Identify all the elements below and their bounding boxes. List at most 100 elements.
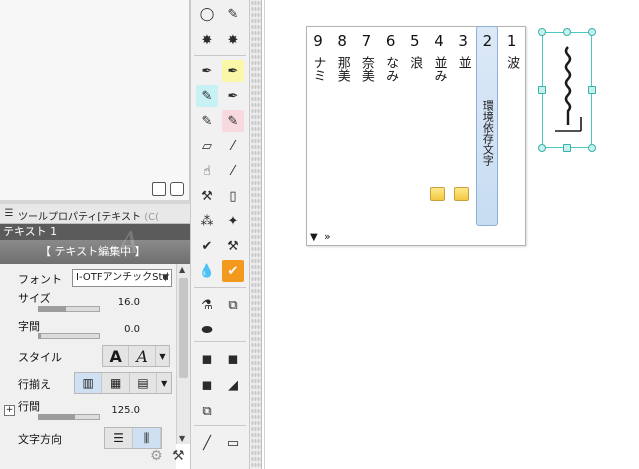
select-pen-icon[interactable]: ✎ — [222, 3, 244, 25]
paint-brush-icon[interactable]: ⁄ — [222, 135, 244, 157]
gradient-fade-icon[interactable]: ◼ — [196, 374, 218, 396]
style-dropdown-icon[interactable]: ▼ — [156, 346, 169, 366]
soft-eraser-icon[interactable]: ▯ — [222, 185, 244, 207]
pencil-icon[interactable]: ✎ — [196, 85, 218, 107]
lasso-select-icon[interactable]: ◯ — [196, 3, 218, 25]
bold-icon[interactable]: A — [103, 346, 130, 366]
align-center-icon[interactable]: ▦ — [102, 373, 130, 393]
blend-icon[interactable]: ✔ — [196, 235, 218, 257]
style-label: スタイル — [18, 351, 62, 364]
resize-handle[interactable] — [588, 144, 596, 152]
candidate-column[interactable]: 6 なみ — [379, 26, 403, 226]
new-page-icon[interactable] — [152, 182, 166, 196]
candidate-column[interactable]: 1波 — [500, 26, 524, 226]
spacing-value[interactable]: 0.0 — [100, 324, 140, 335]
wrench-icon[interactable]: ⚒ — [172, 448, 185, 464]
resize-handle[interactable] — [563, 28, 571, 36]
smudge-icon[interactable]: ☝ — [196, 160, 218, 182]
eraser-icon[interactable]: ▱ — [196, 135, 218, 157]
property-footer: ⚙ ⚒ — [140, 446, 190, 469]
scroll-thumb[interactable] — [179, 278, 188, 378]
dot-pattern-icon[interactable]: ⁂ — [196, 210, 218, 232]
size-slider[interactable] — [38, 306, 100, 312]
candidate-number: 2 — [482, 32, 493, 50]
candidate-column[interactable]: 5浪 — [403, 26, 427, 226]
contour-fill-icon[interactable]: ⧉ — [196, 400, 218, 422]
expand-plus-icon[interactable]: + — [4, 405, 15, 416]
resize-handle[interactable] — [538, 86, 546, 94]
memo-icon[interactable] — [454, 187, 469, 201]
gradient-square-icon[interactable]: ◼ — [196, 348, 218, 370]
font-select[interactable]: I-OTFアンチックStd B ▼ — [72, 269, 172, 287]
line-spacing-slider[interactable] — [38, 414, 100, 420]
align-dropdown-icon[interactable]: ▼ — [157, 373, 171, 393]
ellipse-fill-icon[interactable]: ⬬ — [196, 319, 218, 341]
candidate-column[interactable]: 7 奈美 — [354, 26, 378, 226]
color-mix-icon[interactable]: ⚒ — [222, 235, 244, 257]
ink-pen-icon[interactable]: ✒ — [222, 85, 244, 107]
spacing-slider[interactable] — [38, 333, 100, 339]
vertical-text-icon[interactable]: ⫼ — [133, 428, 161, 448]
candidate-column[interactable]: 8 那美 — [330, 26, 354, 226]
magic-wand-icon[interactable]: ✸ — [222, 29, 244, 51]
pen-icon[interactable]: ✒ — [196, 60, 218, 82]
fine-pen-icon[interactable]: ✎ — [196, 110, 218, 132]
align-top-icon[interactable]: ▥ — [75, 373, 103, 393]
line-spacing-value[interactable]: 125.0 — [100, 405, 140, 416]
expand-chevrons-icon[interactable]: » — [324, 230, 331, 243]
active-tool-icon[interactable]: ✔ — [222, 260, 244, 282]
rectangle-icon[interactable]: ▭ — [222, 432, 244, 454]
panel-title: ツールプロパティ[テキスト (C( — [18, 212, 159, 223]
resize-handle[interactable] — [563, 144, 571, 152]
align-bottom-icon[interactable]: ▤ — [130, 373, 158, 393]
wavy-text-icon — [555, 46, 582, 132]
gear-icon[interactable]: ⚙ — [150, 448, 163, 464]
menu-dropdown-icon[interactable]: ▼ — [310, 232, 318, 243]
scroll-down-icon[interactable]: ▼ — [179, 434, 185, 443]
resize-handle[interactable] — [538, 144, 546, 152]
align-buttons: ▥ ▦ ▤ ▼ — [74, 372, 172, 394]
gradient-curve-icon[interactable]: ◢ — [222, 374, 244, 396]
paint-bucket-icon[interactable]: ⚗ — [196, 294, 218, 316]
size-value[interactable]: 16.0 — [100, 297, 140, 308]
candidate-text: 並 — [455, 56, 471, 69]
candidate-text: 環境依存文字 — [481, 100, 495, 166]
scroll-up-icon[interactable]: ▲ — [179, 265, 185, 274]
tab-menu-icon[interactable]: ☰ — [2, 207, 16, 221]
memo-icon[interactable] — [430, 187, 445, 201]
resize-handle[interactable] — [538, 28, 546, 36]
candidate-column[interactable]: 9 ナミ — [306, 26, 330, 226]
palette-footer: ▼ » — [306, 228, 346, 246]
line-icon[interactable]: ╱ — [196, 432, 218, 454]
direction-label: 文字方向 — [18, 433, 62, 446]
candidate-number: 6 — [385, 32, 396, 50]
italic-icon[interactable]: A — [129, 346, 156, 366]
candidate-number: 7 — [361, 32, 372, 50]
text-box-frame[interactable] — [542, 32, 592, 148]
auto-select-icon[interactable]: ✸ — [196, 29, 218, 51]
fill-tool-group: ⚗ ⧉ ⬬ — [194, 292, 246, 342]
resize-handle[interactable] — [588, 28, 596, 36]
fill-brush-icon[interactable]: ⚒ — [196, 185, 218, 207]
candidate-number: 9 — [313, 32, 323, 50]
line-spacing-label: 行間 — [18, 400, 40, 413]
property-scrollbar[interactable]: ▲ ▼ — [176, 264, 190, 444]
gradient-square-dark-icon[interactable]: ◼ — [222, 348, 244, 370]
candidate-text: なみ — [383, 56, 399, 82]
sparkle-icon[interactable]: ✦ — [222, 210, 244, 232]
palette-scrollbar[interactable] — [250, 0, 262, 469]
figure-tool-group: ╱ ▭ — [194, 430, 246, 469]
resize-handle[interactable] — [588, 86, 596, 94]
candidate-text: 並み — [431, 56, 447, 82]
marker-icon[interactable]: ✒ — [222, 60, 244, 82]
fill-closed-area-icon[interactable]: ⧉ — [222, 294, 244, 316]
layer-panel — [0, 0, 190, 200]
brush-pen-icon[interactable]: ✎ — [222, 110, 244, 132]
horizontal-text-icon[interactable]: ☰ — [105, 428, 133, 448]
tool-palette: ◯ ✎ ✸ ✸ ✒ ✒ ✎ ✒ ✎ ✎ ▱ ⁄ ☝ ⁄ ⚒ ▯ ⁂ ✦ ✔ ⚒ … — [190, 0, 250, 469]
soft-brush-icon[interactable]: ⁄ — [222, 160, 244, 182]
droplet-icon[interactable]: 💧 — [196, 260, 218, 282]
trash-icon[interactable] — [170, 182, 184, 196]
candidate-column[interactable]: 2 環境依存文字 — [475, 26, 499, 226]
align-label: 行揃え — [18, 378, 51, 391]
